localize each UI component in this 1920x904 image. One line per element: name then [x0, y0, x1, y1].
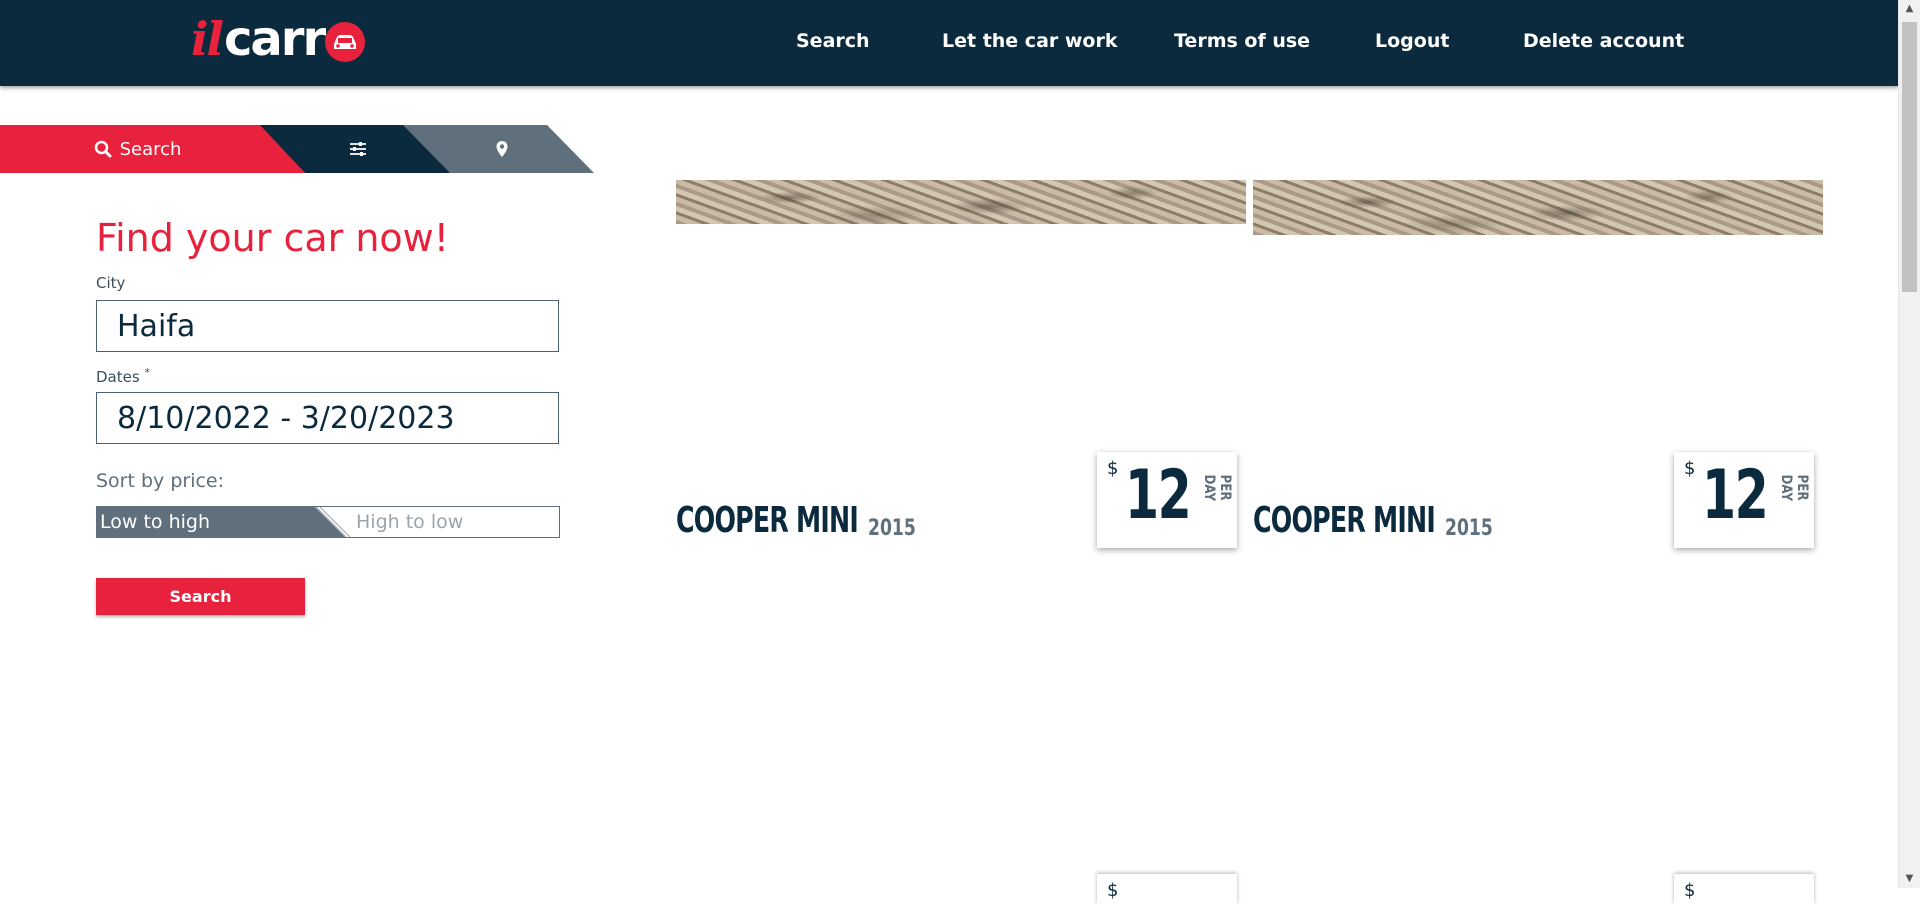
price-badge-partial: $	[1674, 874, 1814, 904]
page-title: Find your car now!	[96, 216, 449, 260]
price-unit: PER DAY	[1201, 474, 1233, 502]
tab-search-label: Search	[119, 138, 182, 160]
dates-label-text: Dates	[96, 368, 140, 386]
search-icon	[94, 140, 112, 158]
price-value: 12	[1125, 456, 1192, 535]
price-value: 12	[1702, 456, 1769, 535]
top-header: il carr Search Let the car work Terms of…	[0, 0, 1899, 86]
sort-by-price-label: Sort by price:	[96, 470, 225, 492]
search-button[interactable]: Search	[96, 578, 305, 615]
search-tabs: Search	[0, 125, 600, 173]
car-image[interactable]	[676, 180, 1246, 224]
dates-required-mark: *	[144, 366, 150, 379]
price-currency: $	[1684, 458, 1696, 479]
nav-let-the-car-work[interactable]: Let the car work	[942, 30, 1117, 52]
city-input[interactable]: Haifa	[96, 300, 559, 352]
car-image[interactable]	[1253, 180, 1823, 235]
sort-low-to-high-option[interactable]: Low to high	[97, 507, 345, 537]
page-scrollbar[interactable]: ▲ ▼	[1898, 0, 1920, 888]
logo-carr-text: carr	[223, 11, 326, 67]
car-name: COOPER MINI	[1253, 500, 1436, 541]
price-badge: $ 12 PER DAY	[1674, 452, 1814, 548]
price-unit: PER DAY	[1778, 474, 1810, 502]
logo-car-icon	[325, 22, 366, 62]
scroll-down-arrow-icon[interactable]: ▼	[1899, 870, 1920, 888]
price-currency: $	[1684, 880, 1696, 901]
map-marker-icon	[496, 141, 508, 157]
car-name: COOPER MINI	[676, 500, 859, 541]
logo-il-text: il	[191, 12, 224, 66]
dates-label: Dates *	[96, 366, 150, 386]
tab-search[interactable]: Search	[0, 125, 305, 173]
scroll-thumb[interactable]	[1902, 22, 1917, 292]
price-badge: $ 12 PER DAY	[1097, 452, 1237, 548]
price-currency: $	[1107, 458, 1119, 479]
nav-logout[interactable]: Logout	[1375, 30, 1449, 52]
toggle-divider	[315, 507, 351, 537]
dates-input[interactable]: 8/10/2022 - 3/20/2023	[96, 392, 559, 444]
nav-terms-of-use[interactable]: Terms of use	[1174, 30, 1310, 52]
ilcarro-logo[interactable]: il carr	[191, 11, 366, 67]
price-currency: $	[1107, 880, 1119, 901]
scroll-up-arrow-icon[interactable]: ▲	[1899, 0, 1920, 18]
sort-high-to-low-option[interactable]: High to low	[347, 507, 559, 537]
nav-delete-account[interactable]: Delete account	[1523, 30, 1684, 52]
sliders-icon	[350, 142, 366, 156]
car-year: 2015	[1445, 516, 1493, 541]
car-year: 2015	[868, 516, 916, 541]
price-badge-partial: $	[1097, 874, 1237, 904]
sort-toggle: Low to high High to low	[96, 506, 560, 538]
nav-search[interactable]: Search	[796, 30, 870, 52]
city-label: City	[96, 274, 126, 292]
